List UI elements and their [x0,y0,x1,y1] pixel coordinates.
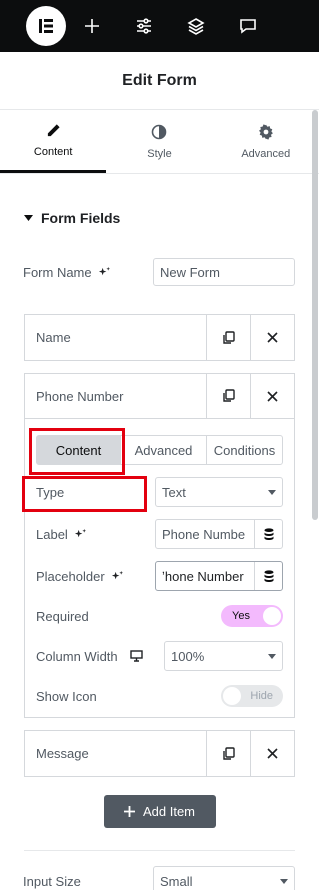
duplicate-icon[interactable] [206,731,250,776]
tab-content-label: Content [33,145,73,158]
tab-advanced-label: Advanced [241,147,291,160]
section-form-fields[interactable]: Form Fields [0,174,319,226]
remove-icon[interactable] [250,731,294,776]
repeater-item-name: Name [24,314,295,361]
comments-icon[interactable] [222,0,274,52]
elementor-logo-icon[interactable] [26,6,66,46]
repeater-item-title[interactable]: Name [25,330,206,345]
duplicate-icon[interactable] [206,374,250,418]
duplicate-icon[interactable] [206,315,250,360]
form-name-input[interactable]: New Form [153,258,295,286]
form-name-control: Form Name New Form [23,258,295,286]
required-control: Required Yes [36,605,283,627]
label-input[interactable]: Phone Numbe [155,519,283,549]
input-size-control: Input Size Small [23,866,295,890]
form-name-label: Form Name [23,264,92,280]
label-value: Phone Numbe [162,526,246,542]
placeholder-control: Placeholder ʼhone Number [36,561,283,591]
toggle-knob [223,687,241,705]
show-icon-toggle[interactable]: Hide [221,685,283,707]
pencil-icon [47,123,60,136]
required-toggle-label: Yes [232,610,250,622]
field-tab-advanced[interactable]: Advanced [121,436,207,464]
caret-down-icon [24,214,33,221]
tab-style[interactable]: Style [106,110,212,173]
chevron-down-icon [268,653,276,659]
dynamic-tags-icon[interactable] [254,520,282,548]
layers-icon[interactable] [170,0,222,52]
section-title: Form Fields [41,210,121,226]
required-label: Required [36,608,89,624]
placeholder-input[interactable]: ʼhone Number [155,561,283,591]
toggle-knob [263,607,281,625]
tab-content[interactable]: Content [0,110,107,173]
top-bar [0,0,319,52]
chevron-down-icon [280,878,288,884]
required-toggle[interactable]: Yes [221,605,283,627]
show-icon-toggle-label: Hide [250,690,273,702]
ai-sparkle-icon[interactable] [111,570,124,583]
highlight-type-label [22,476,147,512]
page-title: Edit Form [122,71,197,89]
column-width-label: Column Width [36,648,118,664]
input-size-value: Small [160,873,193,889]
repeater-item-title[interactable]: Message [25,746,206,761]
form-name-value: New Form [160,264,220,280]
tab-style-label: Style [147,147,172,160]
repeater-item-phone-number: Phone Number Content Advanced Conditions… [24,373,295,718]
desktop-icon[interactable] [129,650,143,662]
column-width-select[interactable]: 100% [164,641,283,671]
show-icon-control: Show Icon Hide [36,685,283,707]
placeholder-value: ʼhone Number [162,568,244,584]
plus-icon [123,806,135,817]
type-select[interactable]: Text [155,477,283,507]
label-label: Label [36,526,68,542]
remove-icon[interactable] [250,374,294,418]
ai-sparkle-icon[interactable] [74,528,87,541]
gear-icon [258,123,273,140]
site-settings-icon[interactable] [118,0,170,52]
tab-advanced[interactable]: Advanced [213,110,319,173]
add-item-label: Add Item [142,804,196,819]
add-element-icon[interactable] [66,0,118,52]
column-width-control: Column Width 100% [36,641,283,671]
divider [24,850,295,851]
remove-icon[interactable] [250,315,294,360]
panel-tabs: Content Style Advanced [0,110,319,174]
panel-scrollbar[interactable] [312,110,318,520]
panel-header: Edit Form [0,52,319,110]
ai-sparkle-icon[interactable] [98,266,111,279]
dynamic-tags-icon[interactable] [254,562,282,590]
label-control: Label Phone Numbe [36,519,283,549]
repeater-item-title[interactable]: Phone Number [25,389,206,404]
input-size-select[interactable]: Small [153,866,295,890]
column-width-value: 100% [171,648,205,664]
highlight-content-tab [29,428,125,475]
type-value: Text [162,484,186,500]
placeholder-label: Placeholder [36,568,105,584]
show-icon-label: Show Icon [36,688,97,704]
repeater-item-message: Message [24,730,295,777]
chevron-down-icon [268,489,276,495]
add-item-button[interactable]: Add Item [103,795,216,828]
input-size-label: Input Size [23,873,81,889]
field-tab-conditions[interactable]: Conditions [207,436,282,464]
half-circle-icon [152,124,167,139]
